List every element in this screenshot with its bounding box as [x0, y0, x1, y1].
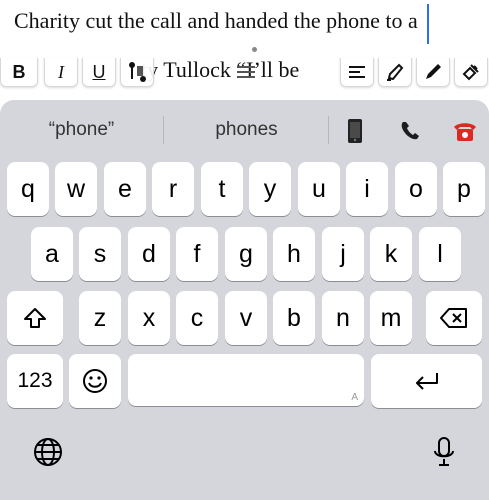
return-icon [415, 373, 438, 390]
globe-icon [34, 438, 62, 466]
resize-handle[interactable] [252, 47, 257, 52]
key-b[interactable]: b [273, 291, 315, 345]
suggestion-quoted[interactable]: “phone” [0, 119, 163, 141]
key-t[interactable]: t [201, 162, 243, 216]
suggestion-divider [163, 116, 164, 144]
key-v[interactable]: v [225, 291, 267, 345]
italic-button[interactable]: I [44, 58, 78, 87]
key-p[interactable]: p [443, 162, 485, 216]
key-w[interactable]: w [55, 162, 97, 216]
key-s[interactable]: s [79, 227, 121, 281]
key-x[interactable]: x [128, 291, 170, 345]
bold-button[interactable]: B [0, 58, 38, 87]
key-l[interactable]: l [419, 227, 461, 281]
format-toolbar: B I U [0, 48, 489, 98]
key-m[interactable]: m [370, 291, 412, 345]
space-bar-mark: A [351, 392, 358, 403]
mobile-phone-emoji[interactable] [340, 116, 370, 146]
return-key[interactable] [371, 354, 482, 408]
red-telephone-emoji[interactable] [450, 116, 480, 146]
shift-icon [24, 308, 46, 328]
strikethrough-icon[interactable] [232, 58, 260, 86]
shift-key[interactable] [7, 291, 63, 345]
suggestion-bar: “phone” phones [0, 100, 489, 160]
brush-icon[interactable] [454, 58, 488, 87]
suggestion-divider [328, 116, 329, 144]
keyboard: “phone” phones q w e r t y u i o p a s d… [0, 100, 489, 500]
space-bar[interactable]: A [128, 354, 364, 406]
selection-handle-icon [129, 62, 146, 82]
emoji-key[interactable] [69, 354, 121, 408]
key-r[interactable]: r [152, 162, 194, 216]
telephone-receiver-emoji[interactable] [395, 116, 425, 146]
globe-key[interactable] [30, 434, 66, 470]
highlight-selection-button[interactable] [120, 58, 154, 87]
microphone-icon [434, 437, 454, 466]
suggestion-plural[interactable]: phones [165, 119, 328, 141]
key-o[interactable]: o [395, 162, 437, 216]
key-z[interactable]: z [79, 291, 121, 345]
smiley-icon [83, 369, 107, 393]
key-f[interactable]: f [176, 227, 218, 281]
backspace-icon [440, 308, 467, 328]
key-h[interactable]: h [273, 227, 315, 281]
underline-button[interactable]: U [82, 58, 116, 87]
key-k[interactable]: k [370, 227, 412, 281]
text-caret [427, 4, 429, 44]
key-n[interactable]: n [322, 291, 364, 345]
pen-icon[interactable] [416, 58, 450, 87]
key-g[interactable]: g [225, 227, 267, 281]
key-j[interactable]: j [322, 227, 364, 281]
key-c[interactable]: c [176, 291, 218, 345]
numbers-key[interactable]: 123 [7, 354, 63, 408]
document-line: Charity cut the call and handed the phon… [14, 8, 418, 33]
key-q[interactable]: q [7, 162, 49, 216]
key-a[interactable]: a [31, 227, 73, 281]
align-icon[interactable] [340, 58, 374, 87]
key-y[interactable]: y [249, 162, 291, 216]
key-u[interactable]: u [298, 162, 340, 216]
dictation-key[interactable] [426, 434, 462, 470]
highlighter-icon[interactable] [378, 58, 412, 87]
backspace-key[interactable] [426, 291, 482, 345]
key-i[interactable]: i [346, 162, 388, 216]
key-e[interactable]: e [104, 162, 146, 216]
key-d[interactable]: d [128, 227, 170, 281]
